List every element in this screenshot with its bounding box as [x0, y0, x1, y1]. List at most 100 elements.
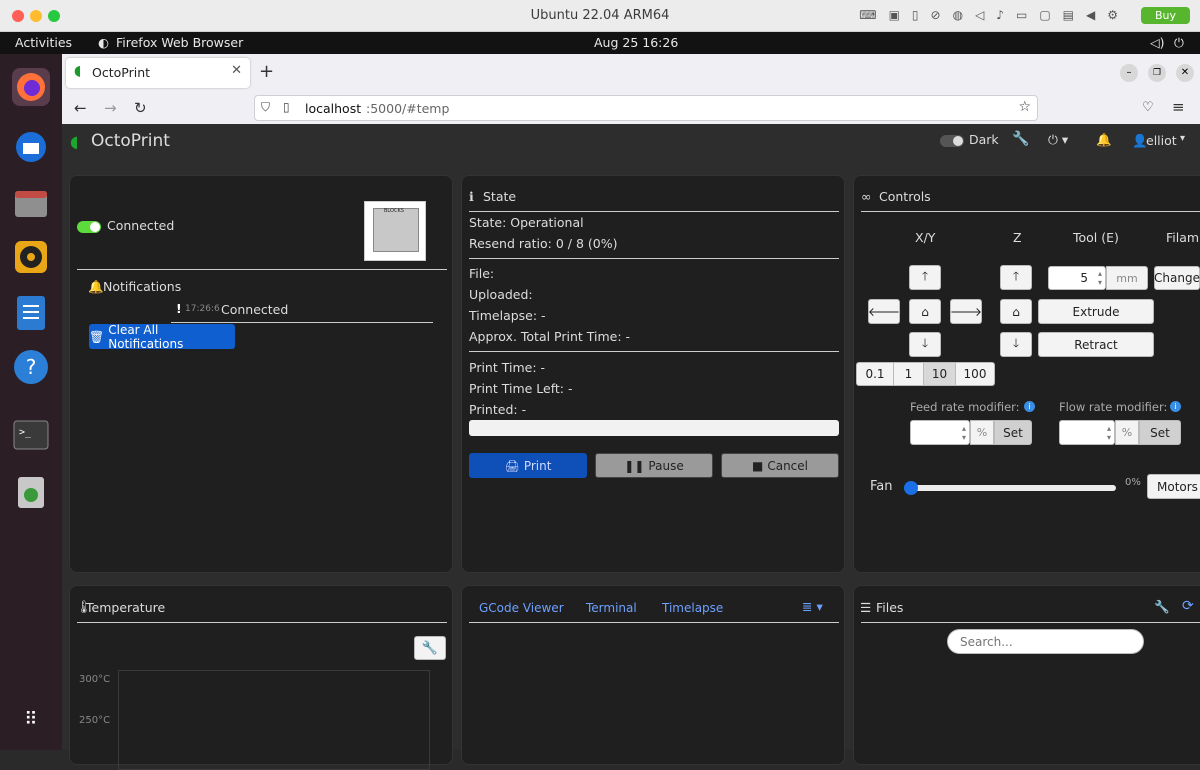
terminal-icon[interactable]: >_: [12, 416, 50, 454]
buy-button[interactable]: Buy: [1140, 7, 1190, 24]
wrench-icon: 🔧: [421, 640, 439, 656]
folder-icon[interactable]: ▤: [1063, 8, 1074, 22]
power-menu-icon[interactable]: ⏻ ▾: [1048, 132, 1068, 148]
tab-timelapse[interactable]: Timelapse: [662, 601, 723, 615]
fan-slider[interactable]: [904, 481, 1116, 495]
extrude-button[interactable]: Extrude: [1038, 299, 1154, 324]
trash-icon[interactable]: [12, 472, 50, 510]
step-100-button[interactable]: 100: [955, 362, 995, 386]
files-search-input[interactable]: [947, 629, 1144, 654]
firefox-icon[interactable]: [12, 68, 50, 106]
browser-tab[interactable]: ◖ OctoPrint ✕: [66, 58, 250, 88]
close-icon[interactable]: ✕: [1176, 64, 1194, 82]
clear-notifications-button[interactable]: 🗑 Clear All Notifications: [89, 323, 235, 351]
sound-icon[interactable]: ◁: [975, 8, 984, 22]
drive-icon[interactable]: ▭: [1016, 8, 1027, 22]
retract-button[interactable]: Retract: [1038, 332, 1154, 357]
cpu-icon[interactable]: ▣: [889, 8, 900, 22]
bell-icon[interactable]: 🔔: [1096, 132, 1112, 148]
connection-toggle[interactable]: [77, 221, 101, 233]
divider: [861, 622, 1200, 623]
volume-icon[interactable]: ◁): [1150, 35, 1165, 50]
keyboard-icon[interactable]: ⌨: [859, 8, 876, 22]
x-plus-button[interactable]: 🡒: [950, 299, 982, 324]
clock[interactable]: Aug 25 16:26: [594, 35, 678, 50]
print-button[interactable]: 🖨 Print: [469, 453, 587, 478]
forward-arrow-icon[interactable]: →: [104, 99, 117, 117]
feed-rate-input[interactable]: ▴ ▾: [910, 420, 970, 445]
tab-close-icon[interactable]: ✕: [231, 63, 242, 78]
new-tab-icon[interactable]: +: [259, 61, 274, 82]
pocket-icon[interactable]: ♡: [1142, 100, 1154, 115]
y-minus-button[interactable]: 🡓: [909, 332, 941, 357]
tab-gcode-viewer[interactable]: GCode Viewer: [479, 601, 564, 615]
tab-terminal[interactable]: Terminal: [586, 601, 637, 615]
activities-button[interactable]: Activities: [15, 35, 72, 50]
more-tabs-icon[interactable]: ≣ ▾: [802, 599, 823, 614]
network-icon[interactable]: ⊘: [931, 8, 941, 22]
flow-rate-input[interactable]: ▴ ▾: [1059, 420, 1115, 445]
back-arrow-icon[interactable]: ←: [74, 99, 87, 117]
change-filament-button[interactable]: Change: [1154, 266, 1200, 290]
trash-icon: 🗑: [89, 329, 105, 344]
x-minus-button[interactable]: 🡐: [868, 299, 900, 324]
files-settings-icon[interactable]: 🔧: [1154, 599, 1170, 615]
z-minus-button[interactable]: 🡓: [1000, 332, 1032, 357]
brand[interactable]: OctoPrint: [91, 131, 170, 151]
feed-info-icon[interactable]: i: [1024, 401, 1035, 412]
step-1-button[interactable]: 1: [893, 362, 924, 386]
usb-icon[interactable]: ▯: [912, 8, 919, 22]
url-host: localhost: [305, 101, 362, 116]
files-icon[interactable]: [12, 184, 50, 222]
flow-set-button[interactable]: Set: [1139, 420, 1181, 445]
dark-toggle[interactable]: [940, 135, 964, 147]
state-line: State: Operational: [469, 215, 584, 230]
bookmark-star-icon[interactable]: ☆: [1018, 99, 1031, 115]
motors-off-button[interactable]: Motors O: [1147, 474, 1200, 499]
vm-toolbar: ⌨ ▣ ▯ ⊘ ◍ ◁ ♪ ▭ ▢ ▤ ◀ ⚙: [859, 8, 1118, 22]
writer-icon[interactable]: [12, 294, 50, 332]
globe-icon[interactable]: ◍: [953, 8, 963, 22]
divider: [469, 622, 839, 623]
restore-icon[interactable]: ❐: [1148, 64, 1166, 82]
power-icon[interactable]: ⏻: [1174, 35, 1184, 51]
user-menu[interactable]: elliot: [1146, 133, 1177, 148]
shield-icon[interactable]: ⛉: [261, 100, 270, 115]
minimize-icon[interactable]: –: [1120, 64, 1138, 82]
step-0.1-button[interactable]: 0.1: [856, 362, 894, 386]
wrench-icon[interactable]: 🔧: [1012, 131, 1029, 147]
pause-button[interactable]: ❚❚ Pause: [595, 453, 713, 478]
z-plus-button[interactable]: 🡑: [1000, 265, 1032, 290]
flow-info-icon[interactable]: i: [1170, 401, 1181, 412]
url-bar[interactable]: ⛉ ▯ localhost :5000/#temp ☆: [254, 95, 1038, 121]
page-icon: ▯: [283, 100, 290, 114]
back-icon[interactable]: ◀: [1086, 8, 1095, 22]
home-xy-button[interactable]: ⌂: [909, 299, 941, 324]
y-plus-button[interactable]: 🡑: [909, 265, 941, 290]
spinner-icon[interactable]: ▴ ▾: [962, 424, 966, 442]
tool-amount-input[interactable]: 5 ▴ ▾: [1048, 266, 1106, 290]
alert-icon: !: [176, 301, 182, 316]
app-grid-icon[interactable]: ⠿: [12, 700, 50, 738]
thunderbird-icon[interactable]: [12, 128, 50, 166]
temperature-graph: [118, 670, 430, 770]
cancel-button[interactable]: ■ Cancel: [721, 453, 839, 478]
rhythmbox-icon[interactable]: [12, 238, 50, 276]
printer-image: BLOCKS: [364, 201, 426, 261]
reload-icon[interactable]: ↻: [134, 99, 147, 117]
home-z-button[interactable]: ⌂: [1000, 299, 1032, 324]
temperature-settings-button[interactable]: 🔧: [414, 636, 446, 660]
spinner-icon[interactable]: ▴ ▾: [1107, 424, 1111, 442]
feed-set-button[interactable]: Set: [994, 420, 1032, 445]
fan-slider-handle[interactable]: [904, 481, 918, 495]
refresh-icon[interactable]: ⟳: [1182, 598, 1194, 614]
step-10-button[interactable]: 10: [923, 362, 956, 386]
camera-icon[interactable]: ▢: [1039, 8, 1050, 22]
help-icon[interactable]: ?: [12, 348, 50, 386]
menu-icon[interactable]: ≡: [1172, 98, 1185, 116]
mic-icon[interactable]: ♪: [996, 8, 1004, 22]
spinner-icon[interactable]: ▴ ▾: [1098, 269, 1102, 287]
firefox-app-icon: ◐: [98, 35, 109, 50]
app-menu[interactable]: Firefox Web Browser: [116, 35, 243, 50]
gear-icon[interactable]: ⚙: [1107, 8, 1118, 22]
